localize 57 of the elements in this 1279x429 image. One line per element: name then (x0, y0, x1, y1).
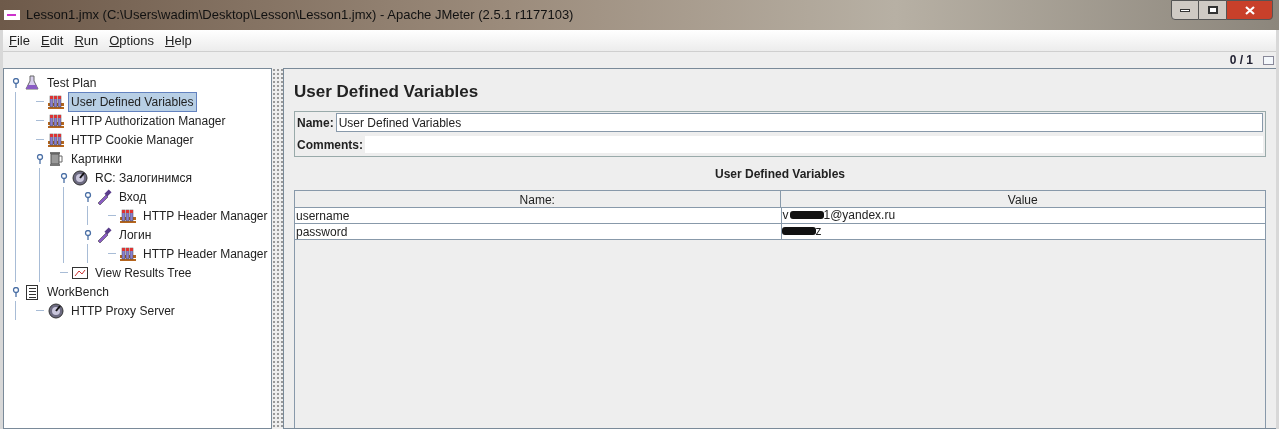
table-cell-text: v (781, 207, 790, 224)
tree-item[interactable]: HTTP Proxy Server (68, 300, 178, 321)
expand-handle-icon[interactable] (12, 286, 20, 297)
clock-icon (48, 302, 64, 319)
test-tubes-icon (48, 112, 64, 129)
clock-icon (72, 169, 88, 186)
expand-handle-icon[interactable] (12, 77, 20, 88)
tree-item[interactable]: User Defined Variables (68, 91, 197, 112)
menu-item[interactable]: File (9, 30, 30, 51)
name-field[interactable]: User Defined Variables (335, 113, 1263, 132)
table-cell-text: password (295, 223, 349, 239)
tree-item[interactable]: HTTP Authorization Manager (68, 110, 229, 131)
minimize-button[interactable] (1171, 0, 1199, 20)
tree-item[interactable]: RC: Залогинимся (92, 167, 195, 188)
close-button[interactable] (1226, 0, 1273, 20)
tree-item[interactable]: WorkBench (44, 281, 112, 302)
tree-item[interactable]: View Results Tree (92, 262, 195, 283)
menu-item[interactable]: Edit (40, 30, 64, 51)
comments-label: Comments: (296, 136, 364, 154)
table-cell-text: z (815, 223, 822, 240)
column-header[interactable]: Value (779, 190, 1265, 207)
tree-item[interactable]: HTTP Header Manager (140, 243, 271, 264)
column-header[interactable]: Name: (295, 190, 780, 207)
expand-handle-icon[interactable] (84, 191, 92, 202)
menu-item[interactable]: Help (165, 30, 192, 51)
maximize-button[interactable] (1199, 0, 1226, 20)
panel-title: User Defined Variables (294, 81, 480, 103)
test-tubes-icon (120, 245, 136, 262)
tree-item[interactable]: HTTP Cookie Manager (68, 129, 197, 150)
test-tubes-icon (48, 93, 64, 110)
spool-icon (48, 150, 64, 167)
expand-handle-icon[interactable] (36, 153, 44, 164)
table-title: User Defined Variables (713, 165, 847, 183)
menu-item[interactable]: Options (109, 30, 155, 51)
window-title: Lesson1.jmx (C:\Users\wadim\Desktop\Lesson\Lesson1.jmx) - Apache JMeter (2.5.1 r1177103) (26, 6, 574, 25)
expand-handle-icon[interactable] (60, 172, 68, 183)
menu-item[interactable]: Run (74, 30, 99, 51)
name-label: Name: (296, 114, 335, 132)
expand-handle-icon[interactable] (84, 229, 92, 240)
status-indicator-icon (1263, 55, 1274, 65)
table-cell-text: username (295, 207, 351, 223)
chart-window-icon (72, 264, 88, 281)
close-icon (1244, 5, 1255, 15)
tree-item[interactable]: Вход (116, 186, 150, 207)
counter-label: 0 / 1 (1229, 52, 1253, 69)
test-tubes-icon (48, 131, 64, 148)
app-icon (4, 10, 20, 20)
tree-item[interactable]: Картинки (68, 148, 125, 169)
table-cell-text: 1@yandex.ru (823, 207, 896, 224)
tree-item[interactable]: Test Plan (44, 72, 100, 93)
flask-icon (24, 74, 40, 91)
tree-item[interactable]: Логин (116, 224, 155, 245)
clipboard-icon (24, 283, 40, 300)
pipette-icon (96, 188, 112, 205)
tree-item[interactable]: HTTP Header Manager (140, 205, 271, 226)
pipette-icon (96, 226, 112, 243)
test-tubes-icon (120, 207, 136, 224)
